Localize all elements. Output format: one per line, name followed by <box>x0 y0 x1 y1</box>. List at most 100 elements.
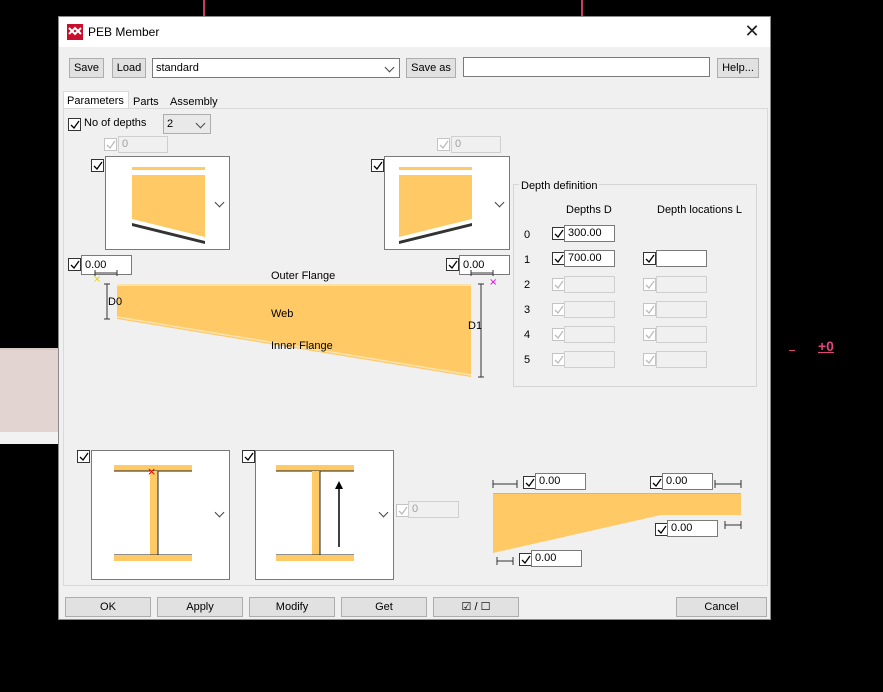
i-section-web-direction-preview <box>276 465 354 561</box>
depths-column-header: Depths D <box>566 204 612 216</box>
taper-bottom-left-input[interactable]: 0.00 <box>531 550 582 567</box>
right-end-type-picker[interactable] <box>384 156 510 250</box>
inner-flange-label: Inner Flange <box>271 340 333 352</box>
no-of-depths-label: No of depths <box>84 117 147 129</box>
top-right-value-field[interactable]: 0 <box>451 136 501 153</box>
window-title: PEB Member <box>88 25 160 39</box>
location-4-checkbox[interactable] <box>643 328 656 341</box>
checkmark-icon <box>70 120 80 130</box>
i-section-preview: × <box>114 465 192 561</box>
depth-0-input[interactable]: 300.00 <box>564 225 615 242</box>
checkmark-icon <box>93 161 103 171</box>
left-end-preview <box>132 167 205 244</box>
checkmark-icon <box>554 355 564 365</box>
load-button[interactable]: Load <box>112 58 146 78</box>
svg-text:×: × <box>147 465 156 478</box>
cancel-button[interactable]: Cancel <box>676 597 767 617</box>
section-left-picker[interactable]: × <box>91 450 230 580</box>
d0-label: D0 <box>108 296 123 308</box>
checkmark-icon <box>439 140 449 150</box>
left-offset-checkbox[interactable] <box>68 258 81 271</box>
checkmark-icon <box>652 478 662 488</box>
background-dash <box>789 350 795 351</box>
location-5-input[interactable] <box>656 351 707 368</box>
save-as-button[interactable]: Save as <box>406 58 456 78</box>
chevron-down-icon <box>195 118 206 129</box>
section-right-checkbox[interactable] <box>242 450 255 463</box>
background-line <box>581 0 583 16</box>
location-4-input[interactable] <box>656 326 707 343</box>
depth-row-index: 4 <box>524 329 531 341</box>
d1-label: D1 <box>468 320 483 332</box>
section-left-checkbox[interactable] <box>77 450 90 463</box>
depth-1-input[interactable]: 700.00 <box>564 250 615 267</box>
checkmark-icon <box>554 280 564 290</box>
svg-text:×: × <box>93 274 101 285</box>
toggle-all-checkboxes-button[interactable]: ☑ / ☐ <box>433 597 519 617</box>
preset-value: standard <box>156 62 199 74</box>
title-bar: PEB Member ✕ <box>59 17 770 47</box>
location-2-input[interactable] <box>656 276 707 293</box>
checkmark-icon <box>244 452 254 462</box>
checkmark-icon <box>70 260 80 270</box>
get-button[interactable]: Get <box>341 597 427 617</box>
checkmark-icon <box>521 555 531 565</box>
tab-parameters[interactable]: Parameters <box>63 91 129 109</box>
depth-2-input[interactable] <box>564 276 615 293</box>
top-left-value-field[interactable]: 0 <box>118 136 168 153</box>
member-diagram: × × <box>93 270 497 378</box>
location-3-input[interactable] <box>656 301 707 318</box>
save-button[interactable]: Save <box>69 58 104 78</box>
left-end-checkbox[interactable] <box>91 159 104 172</box>
right-end-checkbox[interactable] <box>371 159 384 172</box>
depth-row-index: 0 <box>524 229 531 241</box>
ok-button[interactable]: OK <box>65 597 151 617</box>
top-left-value-checkbox[interactable] <box>104 138 117 151</box>
depth-row-index: 3 <box>524 304 531 316</box>
no-of-depths-checkbox[interactable] <box>68 118 81 131</box>
right-end-preview <box>399 167 472 244</box>
depth-row-index: 5 <box>524 354 531 366</box>
help-button[interactable]: Help... <box>717 58 759 78</box>
checkmark-icon <box>645 280 655 290</box>
left-end-type-picker[interactable] <box>105 156 230 250</box>
checkmark-icon <box>645 305 655 315</box>
checkmark-icon <box>645 254 655 264</box>
depth-row-index: 2 <box>524 279 531 291</box>
checkmark-icon <box>106 140 116 150</box>
outer-flange-label: Outer Flange <box>271 270 336 282</box>
section-value-field[interactable]: 0 <box>408 501 459 518</box>
location-2-checkbox[interactable] <box>643 278 656 291</box>
depth-4-input[interactable] <box>564 326 615 343</box>
no-of-depths-value: 2 <box>167 118 174 130</box>
location-1-input[interactable] <box>656 250 707 267</box>
preset-select[interactable]: standard <box>152 58 400 78</box>
close-icon[interactable]: ✕ <box>742 21 762 41</box>
depth-row-index: 1 <box>524 254 531 266</box>
checkmark-icon <box>398 506 408 516</box>
depth-definition-title: Depth definition <box>519 180 600 192</box>
depth-5-input[interactable] <box>564 351 615 368</box>
no-of-depths-select[interactable]: 2 <box>163 114 211 134</box>
checkmark-icon <box>645 355 655 365</box>
location-5-checkbox[interactable] <box>643 353 656 366</box>
checkmark-icon <box>645 330 655 340</box>
apply-button[interactable]: Apply <box>157 597 243 617</box>
top-right-value-checkbox[interactable] <box>437 138 450 151</box>
chevron-down-icon <box>384 62 395 73</box>
location-1-checkbox[interactable] <box>643 252 656 265</box>
taper-top-left-input[interactable]: 0.00 <box>535 473 586 490</box>
depth-3-input[interactable] <box>564 301 615 318</box>
app-icon <box>67 24 83 40</box>
location-3-checkbox[interactable] <box>643 303 656 316</box>
modify-button[interactable]: Modify <box>249 597 335 617</box>
taper-top-right-input[interactable]: 0.00 <box>662 473 713 490</box>
taper-right-mid-input[interactable]: 0.00 <box>667 520 718 537</box>
section-right-picker[interactable] <box>255 450 394 580</box>
checkmark-icon <box>373 161 383 171</box>
save-as-name-input[interactable] <box>463 57 710 77</box>
svg-text:×: × <box>489 277 497 288</box>
checkmark-icon <box>657 525 667 535</box>
background-dimension-label: +0 <box>818 338 834 354</box>
checkmark-icon <box>554 330 564 340</box>
